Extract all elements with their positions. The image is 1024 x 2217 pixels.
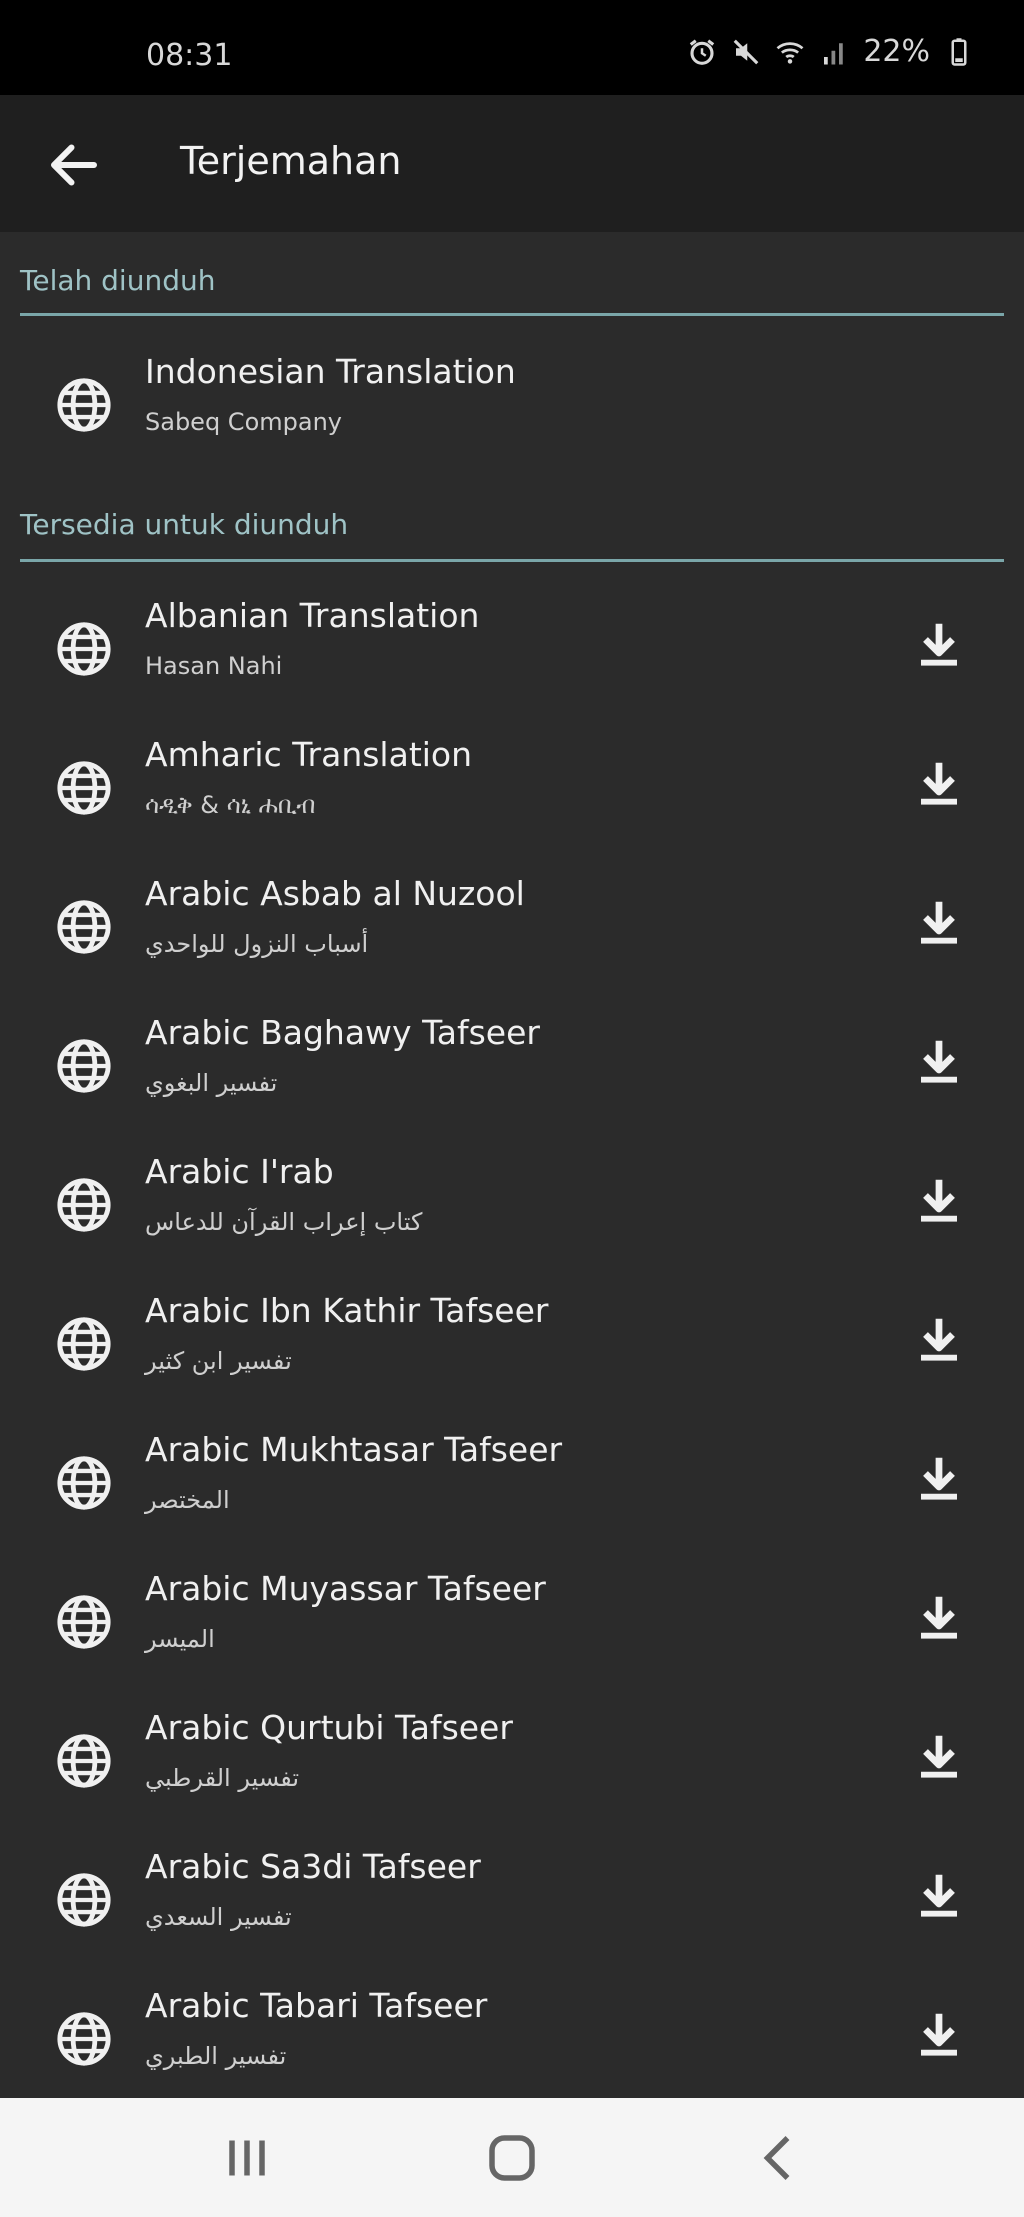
section-divider — [20, 559, 1004, 562]
status-icons: 22% — [687, 34, 974, 69]
globe-icon — [57, 1178, 111, 1232]
item-name: Amharic Translation — [145, 735, 473, 774]
globe-icon — [57, 900, 111, 954]
section-header-label: Tersedia untuk diunduh — [20, 508, 349, 541]
item-author: الميسر — [145, 1625, 215, 1653]
item-author: المختصر — [145, 1486, 230, 1514]
item-author: ሳዲቅ & ሳኒ ሐቢብ — [145, 791, 316, 819]
globe-icon — [57, 1039, 111, 1093]
item-name: Arabic Ibn Kathir Tafseer — [145, 1291, 549, 1330]
globe-icon — [57, 1456, 111, 1510]
list-item[interactable]: Indonesian Translation Sabeq Company — [0, 340, 1024, 479]
item-author: Sabeq Company — [145, 408, 342, 436]
alarm-icon — [690, 39, 715, 65]
list-item[interactable]: Arabic Baghawy Tafseer تفسير البغوي — [0, 1001, 1024, 1140]
list-item[interactable]: Arabic Muyassar Tafseer الميسر — [0, 1557, 1024, 1696]
item-name: Arabic Asbab al Nuzool — [145, 874, 525, 913]
item-name: Indonesian Translation — [145, 352, 516, 391]
section-header-available: Tersedia untuk diunduh — [20, 508, 1004, 562]
list-item[interactable]: Arabic Ibn Kathir Tafseer تفسير ابن كثير — [0, 1279, 1024, 1418]
globe-icon — [57, 761, 111, 815]
list-item[interactable]: Arabic Mukhtasar Tafseer المختصر — [0, 1418, 1024, 1557]
item-author: أسباب النزول للواحدي — [145, 930, 369, 958]
item-author: تفسير القرطبي — [145, 1764, 300, 1792]
download-icon[interactable] — [912, 1309, 966, 1369]
list-item[interactable]: Albanian Translation Hasan Nahi — [0, 584, 1024, 723]
wifi-icon — [776, 41, 804, 64]
download-icon[interactable] — [912, 1448, 966, 1508]
globe-icon — [57, 1734, 111, 1788]
list-item[interactable]: Arabic Asbab al Nuzool أسباب النزول للواح… — [0, 862, 1024, 1001]
item-name: Arabic Sa3di Tafseer — [145, 1847, 481, 1886]
download-icon[interactable] — [912, 1726, 966, 1786]
item-name: Arabic Qurtubi Tafseer — [145, 1708, 513, 1747]
list-item[interactable]: Arabic Qurtubi Tafseer تفسير القرطبي — [0, 1696, 1024, 1835]
download-icon[interactable] — [912, 892, 966, 952]
globe-icon — [57, 2012, 111, 2066]
item-name: Albanian Translation — [145, 596, 480, 635]
download-icon[interactable] — [912, 753, 966, 813]
mute-icon — [733, 39, 759, 64]
download-icon[interactable] — [912, 1031, 966, 1091]
item-author: تفسير السعدي — [145, 1903, 292, 1931]
item-author: تفسير البغوي — [145, 1069, 278, 1097]
item-name: Arabic Baghawy Tafseer — [145, 1013, 540, 1052]
battery-percent: 22% — [863, 34, 930, 69]
item-author: كتاب إعراب القرآن للدعاس — [145, 1208, 423, 1236]
app-bar: Terjemahan — [0, 95, 1024, 232]
list-item[interactable]: Arabic I'rab كتاب إعراب القرآن للدعاس — [0, 1140, 1024, 1279]
recent-apps-icon[interactable] — [217, 2128, 277, 2188]
battery-icon — [951, 37, 967, 66]
globe-icon — [57, 378, 111, 432]
item-name: Arabic Mukhtasar Tafseer — [145, 1430, 563, 1469]
globe-icon — [57, 1595, 111, 1649]
list-item[interactable]: Arabic Tabari Tafseer تفسير الطبري — [0, 1974, 1024, 2113]
section-header-downloaded: Telah diunduh — [20, 264, 1004, 316]
download-icon[interactable] — [912, 614, 966, 674]
status-time: 08:31 — [146, 38, 233, 73]
item-author: Hasan Nahi — [145, 652, 283, 680]
item-author: تفسير ابن كثير — [145, 1347, 292, 1375]
list-item[interactable]: Arabic Sa3di Tafseer تفسير السعدي — [0, 1835, 1024, 1974]
globe-icon — [57, 622, 111, 676]
globe-icon — [57, 1317, 111, 1371]
item-name: Arabic Muyassar Tafseer — [145, 1569, 546, 1608]
download-icon[interactable] — [912, 1587, 966, 1647]
list-item[interactable]: Amharic Translation ሳዲቅ & ሳኒ ሐቢብ — [0, 723, 1024, 862]
arrow-left-icon[interactable] — [44, 135, 104, 195]
item-author: تفسير الطبري — [145, 2042, 287, 2070]
home-icon[interactable] — [482, 2128, 542, 2188]
item-name: Arabic I'rab — [145, 1152, 334, 1191]
section-header-label: Telah diunduh — [20, 264, 216, 297]
download-icon[interactable] — [912, 1170, 966, 1230]
nav-bar — [0, 2098, 1024, 2217]
status-bar: 08:31 22% — [0, 0, 1024, 95]
globe-icon — [57, 1873, 111, 1927]
back-icon[interactable] — [750, 2128, 810, 2188]
page-title: Terjemahan — [180, 139, 402, 183]
item-name: Arabic Tabari Tafseer — [145, 1986, 488, 2025]
download-icon[interactable] — [912, 1865, 966, 1925]
download-icon[interactable] — [912, 2004, 966, 2064]
signal-icon — [824, 42, 844, 64]
section-divider — [20, 313, 1004, 316]
